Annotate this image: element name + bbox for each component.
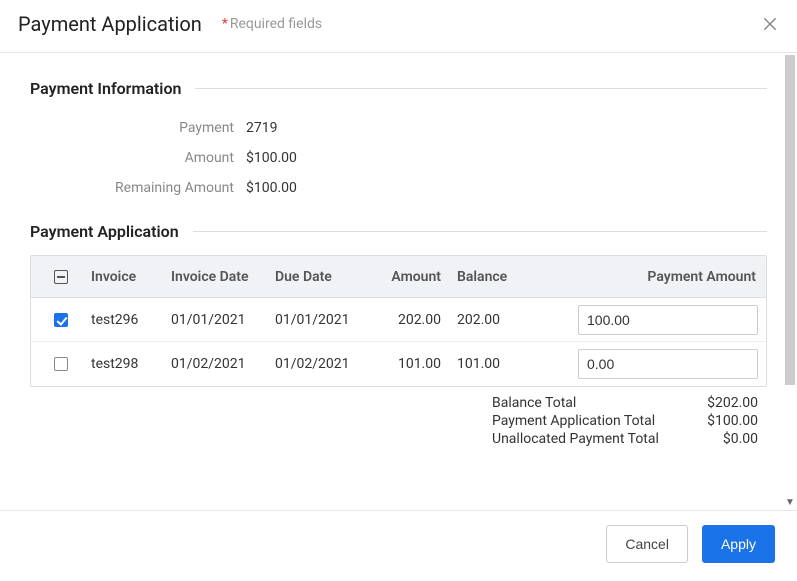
col-balance: Balance xyxy=(457,269,555,285)
info-label-remaining: Remaining Amount xyxy=(30,180,246,196)
cell-invoice: test296 xyxy=(91,312,171,328)
required-fields-note: *Required fields xyxy=(222,16,322,32)
total-row: Payment Application Total $100.00 xyxy=(30,413,767,429)
select-all-toggle[interactable] xyxy=(31,270,91,284)
col-due-date: Due Date xyxy=(275,269,367,285)
payment-application-header: Payment Application xyxy=(30,222,767,241)
cell-balance: 202.00 xyxy=(457,312,555,328)
col-invoice: Invoice xyxy=(91,269,171,285)
section-rule xyxy=(195,88,767,89)
cell-payment-amount xyxy=(555,305,766,335)
info-label-amount: Amount xyxy=(30,150,246,166)
total-value-balance: $202.00 xyxy=(682,395,758,411)
info-value-amount: $100.00 xyxy=(246,150,297,166)
total-label-application: Payment Application Total xyxy=(492,413,682,429)
required-label: Required fields xyxy=(230,16,322,32)
total-row: Unallocated Payment Total $0.00 xyxy=(30,431,767,447)
scrollbar-track[interactable]: ▼ xyxy=(783,53,797,510)
required-star: * xyxy=(222,16,228,32)
table-row: test296 01/01/2021 01/01/2021 202.00 202… xyxy=(31,298,766,342)
dialog-body: Payment Information Payment 2719 Amount … xyxy=(0,53,797,510)
cancel-button[interactable]: Cancel xyxy=(606,525,688,563)
dialog-footer: Cancel Apply xyxy=(0,510,797,576)
apply-button[interactable]: Apply xyxy=(702,525,775,563)
info-row: Remaining Amount $100.00 xyxy=(30,180,767,196)
info-row: Payment 2719 xyxy=(30,120,767,136)
cell-payment-amount xyxy=(555,349,766,379)
section-rule xyxy=(193,231,767,232)
dialog-title: Payment Application xyxy=(18,12,202,36)
cell-invoice-date: 01/01/2021 xyxy=(171,312,275,328)
cell-invoice: test298 xyxy=(91,356,171,372)
cell-due-date: 01/01/2021 xyxy=(275,312,367,328)
row-checkbox[interactable] xyxy=(54,357,68,371)
info-value-payment: 2719 xyxy=(246,120,277,136)
total-label-unallocated: Unallocated Payment Total xyxy=(492,431,682,447)
table-row: test298 01/02/2021 01/02/2021 101.00 101… xyxy=(31,342,766,386)
total-value-application: $100.00 xyxy=(682,413,758,429)
payment-information-grid: Payment 2719 Amount $100.00 Remaining Am… xyxy=(30,120,767,196)
total-row: Balance Total $202.00 xyxy=(30,395,767,411)
partial-check-icon xyxy=(54,270,68,284)
row-checkbox-cell xyxy=(31,313,91,327)
dialog-header: Payment Application *Required fields xyxy=(0,0,797,53)
cell-invoice-date: 01/02/2021 xyxy=(171,356,275,372)
total-value-unallocated: $0.00 xyxy=(682,431,758,447)
payment-amount-input[interactable] xyxy=(578,349,758,379)
total-label-balance: Balance Total xyxy=(492,395,682,411)
cell-balance: 101.00 xyxy=(457,356,555,372)
info-row: Amount $100.00 xyxy=(30,150,767,166)
section-title-payment-information: Payment Information xyxy=(30,79,181,98)
row-checkbox-cell xyxy=(31,357,91,371)
col-invoice-date: Invoice Date xyxy=(171,269,275,285)
section-title-payment-application: Payment Application xyxy=(30,222,179,241)
row-checkbox[interactable] xyxy=(54,313,68,327)
table-header: Invoice Invoice Date Due Date Amount Bal… xyxy=(31,256,766,298)
close-icon[interactable] xyxy=(761,15,779,33)
cell-due-date: 01/02/2021 xyxy=(275,356,367,372)
payment-information-header: Payment Information xyxy=(30,79,767,98)
col-payment-amount: Payment Amount xyxy=(555,269,766,285)
payment-amount-input[interactable] xyxy=(578,305,758,335)
cell-amount: 202.00 xyxy=(367,312,457,328)
scrollbar-thumb[interactable] xyxy=(785,55,795,385)
payment-application-table: Invoice Invoice Date Due Date Amount Bal… xyxy=(30,255,767,387)
col-amount: Amount xyxy=(367,269,457,285)
info-value-remaining: $100.00 xyxy=(246,180,297,196)
cell-amount: 101.00 xyxy=(367,356,457,372)
totals: Balance Total $202.00 Payment Applicatio… xyxy=(30,395,767,447)
scroll-down-icon[interactable]: ▼ xyxy=(783,496,797,510)
info-label-payment: Payment xyxy=(30,120,246,136)
